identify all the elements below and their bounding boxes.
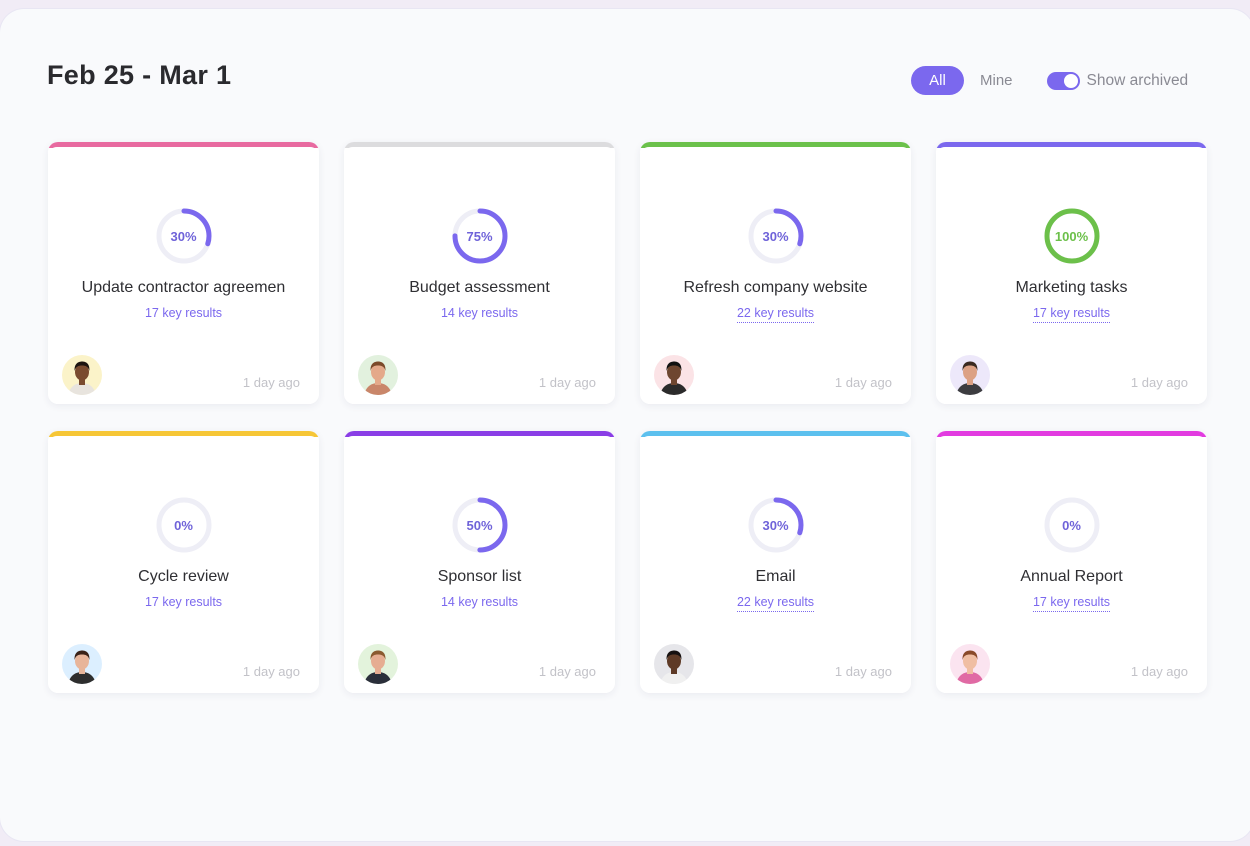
updated-time: 1 day ago — [834, 375, 892, 390]
person-icon — [950, 644, 990, 684]
card-body: 75% Budget assessment 14 key results 1 d… — [344, 147, 615, 404]
page-title: Feb 25 - Mar 1 — [47, 60, 232, 90]
goal-card[interactable]: 30% Update contractor agreemen 17 key re… — [48, 142, 319, 404]
progress-label: 0% — [1062, 517, 1081, 533]
person-icon — [358, 355, 398, 395]
key-results-link[interactable]: 17 key results — [1032, 595, 1111, 612]
key-results-link[interactable]: 17 key results — [145, 306, 222, 320]
goal-title[interactable]: Cycle review — [58, 568, 309, 586]
avatar[interactable] — [950, 355, 990, 395]
key-results: 17 key results — [936, 306, 1207, 323]
key-results: 14 key results — [344, 306, 615, 320]
progress-ring: 30% — [746, 495, 806, 555]
progress-ring: 30% — [154, 206, 214, 266]
goal-card[interactable]: 100% Marketing tasks 17 key results 1 da… — [936, 142, 1207, 404]
avatar[interactable] — [358, 355, 398, 395]
updated-time: 1 day ago — [538, 375, 596, 390]
card-body: 100% Marketing tasks 17 key results 1 da… — [936, 147, 1207, 404]
show-archived-label: Show archived — [1086, 71, 1189, 89]
progress-ring: 0% — [1042, 495, 1102, 555]
goal-card[interactable]: 30% Email 22 key results 1 day ago — [640, 431, 911, 693]
goal-card[interactable]: 0% Annual Report 17 key results 1 day ag… — [936, 431, 1207, 693]
key-results: 17 key results — [48, 595, 319, 609]
progress-ring: 75% — [450, 206, 510, 266]
goal-card[interactable]: 50% Sponsor list 14 key results 1 day ag… — [344, 431, 615, 693]
card-body: 0% Annual Report 17 key results 1 day ag… — [936, 436, 1207, 693]
goals-panel: Feb 25 - Mar 1 All Mine Show archived 30… — [0, 9, 1250, 841]
card-body: 50% Sponsor list 14 key results 1 day ag… — [344, 436, 615, 693]
progress-ring: 100% — [1042, 206, 1102, 266]
progress-label: 30% — [170, 228, 197, 244]
key-results-link[interactable]: 17 key results — [145, 595, 222, 609]
avatar[interactable] — [654, 355, 694, 395]
avatar[interactable] — [62, 644, 102, 684]
toggle-knob — [1063, 73, 1078, 88]
card-body: 0% Cycle review 17 key results 1 day ago — [48, 436, 319, 693]
progress-label: 100% — [1054, 228, 1089, 244]
updated-time: 1 day ago — [1130, 664, 1188, 679]
person-icon — [358, 644, 398, 684]
progress-label: 30% — [762, 228, 789, 244]
progress-ring: 50% — [450, 495, 510, 555]
goal-title[interactable]: Refresh company website — [650, 279, 901, 297]
filter-mine-button[interactable]: Mine — [966, 66, 1027, 95]
goal-title[interactable]: Annual Report — [946, 568, 1197, 586]
avatar[interactable] — [654, 644, 694, 684]
goal-title[interactable]: Update contractor agreemen — [58, 279, 309, 297]
goal-title[interactable]: Sponsor list — [354, 568, 605, 586]
goal-card[interactable]: 75% Budget assessment 14 key results 1 d… — [344, 142, 615, 404]
card-body: 30% Email 22 key results 1 day ago — [640, 436, 911, 693]
person-icon — [62, 355, 102, 395]
person-icon — [654, 355, 694, 395]
progress-label: 50% — [466, 517, 493, 533]
updated-time: 1 day ago — [538, 664, 596, 679]
filter-all-button[interactable]: All — [911, 66, 964, 95]
progress-ring: 0% — [154, 495, 214, 555]
person-icon — [62, 644, 102, 684]
progress-ring: 30% — [746, 206, 806, 266]
goal-title[interactable]: Email — [650, 568, 901, 586]
goal-title[interactable]: Marketing tasks — [946, 279, 1197, 297]
goal-card[interactable]: 0% Cycle review 17 key results 1 day ago — [48, 431, 319, 693]
avatar[interactable] — [358, 644, 398, 684]
progress-label: 0% — [174, 517, 193, 533]
updated-time: 1 day ago — [834, 664, 892, 679]
updated-time: 1 day ago — [1130, 375, 1188, 390]
card-body: 30% Refresh company website 22 key resul… — [640, 147, 911, 404]
show-archived-toggle[interactable]: Show archived — [1046, 71, 1189, 90]
key-results: 17 key results — [936, 595, 1207, 612]
card-body: 30% Update contractor agreemen 17 key re… — [48, 147, 319, 404]
goal-card[interactable]: 30% Refresh company website 22 key resul… — [640, 142, 911, 404]
person-icon — [950, 355, 990, 395]
progress-label: 30% — [762, 517, 789, 533]
key-results: 22 key results — [640, 306, 911, 323]
goal-grid: 30% Update contractor agreemen 17 key re… — [48, 142, 1207, 693]
progress-label: 75% — [466, 228, 493, 244]
key-results: 22 key results — [640, 595, 911, 612]
key-results: 14 key results — [344, 595, 615, 609]
avatar[interactable] — [950, 644, 990, 684]
updated-time: 1 day ago — [242, 664, 300, 679]
toggle-switch[interactable] — [1046, 71, 1080, 90]
key-results: 17 key results — [48, 306, 319, 320]
key-results-link[interactable]: 22 key results — [736, 595, 815, 612]
updated-time: 1 day ago — [242, 375, 300, 390]
avatar[interactable] — [62, 355, 102, 395]
goal-title[interactable]: Budget assessment — [354, 279, 605, 297]
key-results-link[interactable]: 17 key results — [1032, 306, 1111, 323]
person-icon — [654, 644, 694, 684]
key-results-link[interactable]: 14 key results — [441, 595, 518, 609]
filter-controls: All Mine Show archived — [911, 66, 1188, 95]
key-results-link[interactable]: 22 key results — [736, 306, 815, 323]
key-results-link[interactable]: 14 key results — [441, 306, 518, 320]
